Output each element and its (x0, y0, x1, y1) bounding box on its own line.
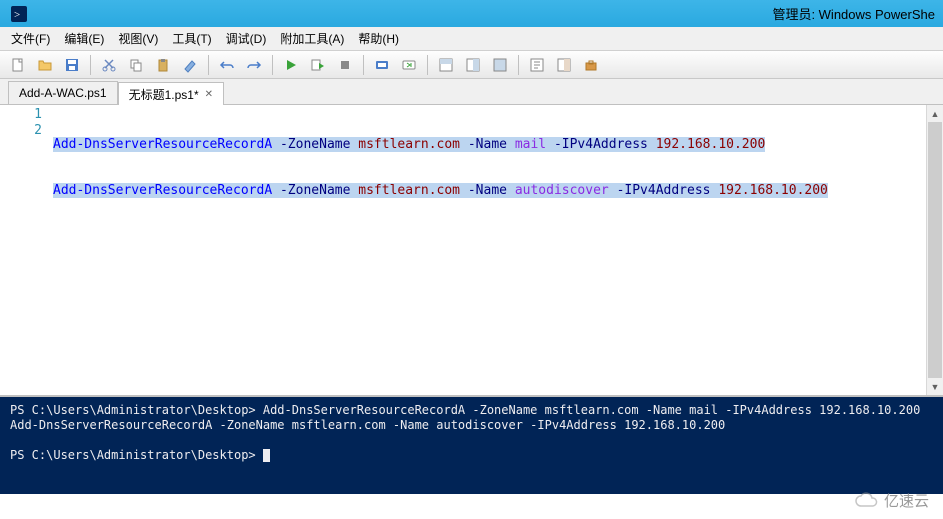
remote-open-icon[interactable] (397, 54, 421, 76)
menu-debug[interactable]: 调试(D) (219, 27, 274, 50)
title-text: 管理员: Windows PowerShe (772, 4, 935, 23)
tab-untitled[interactable]: 无标题1.ps1* ✕ (118, 82, 224, 105)
show-command-icon[interactable] (525, 54, 549, 76)
open-folder-icon[interactable] (33, 54, 57, 76)
layout-full-icon[interactable] (488, 54, 512, 76)
remote-icon[interactable] (370, 54, 394, 76)
separator (90, 55, 91, 75)
cut-icon[interactable] (97, 54, 121, 76)
scroll-up-icon[interactable]: ▲ (927, 105, 943, 122)
tab-label: Add-A-WAC.ps1 (19, 86, 107, 100)
undo-icon[interactable] (215, 54, 239, 76)
layout-side-icon[interactable] (461, 54, 485, 76)
tabbar: Add-A-WAC.ps1 无标题1.ps1* ✕ (0, 79, 943, 105)
toolbox-icon[interactable] (579, 54, 603, 76)
menu-help[interactable]: 帮助(H) (351, 27, 406, 50)
menu-file[interactable]: 文件(F) (4, 27, 57, 50)
scroll-thumb[interactable] (928, 122, 942, 378)
line-gutter: 1 2 (0, 105, 50, 395)
vertical-scrollbar[interactable]: ▲ ▼ (926, 105, 943, 395)
run-selection-icon[interactable] (306, 54, 330, 76)
code-line: Add-DnsServerResourceRecordA -ZoneName m… (53, 137, 943, 153)
titlebar: > 管理员: Windows PowerShe (0, 0, 943, 27)
stop-icon[interactable] (333, 54, 357, 76)
menu-edit[interactable]: 编辑(E) (57, 27, 111, 50)
console-pane[interactable]: PS C:\Users\Administrator\Desktop> Add-D… (0, 395, 943, 494)
separator (518, 55, 519, 75)
clear-icon[interactable] (178, 54, 202, 76)
line-number: 1 (0, 107, 42, 123)
save-icon[interactable] (60, 54, 84, 76)
show-addon-icon[interactable] (552, 54, 576, 76)
watermark: 亿速云 (854, 490, 929, 511)
toolbar (0, 51, 943, 79)
run-script-icon[interactable] (279, 54, 303, 76)
separator (208, 55, 209, 75)
code-line: Add-DnsServerResourceRecordA -ZoneName m… (53, 183, 943, 199)
menubar: 文件(F) 编辑(E) 视图(V) 工具(T) 调试(D) 附加工具(A) 帮助… (0, 27, 943, 51)
close-icon[interactable]: ✕ (205, 89, 213, 100)
cursor (263, 449, 270, 462)
line-number: 2 (0, 123, 42, 139)
separator (363, 55, 364, 75)
tab-label: 无标题1.ps1* (129, 86, 199, 103)
redo-icon[interactable] (242, 54, 266, 76)
script-editor[interactable]: 1 2 Add-DnsServerResourceRecordA -ZoneNa… (0, 105, 943, 395)
watermark-text: 亿速云 (884, 490, 929, 511)
menu-addons[interactable]: 附加工具(A) (273, 27, 351, 50)
console-line: PS C:\Users\Administrator\Desktop> Add-D… (10, 403, 920, 417)
powershell-icon: > (11, 6, 27, 22)
new-file-icon[interactable] (6, 54, 30, 76)
separator (272, 55, 273, 75)
paste-icon[interactable] (151, 54, 175, 76)
tab-add-a-wac[interactable]: Add-A-WAC.ps1 (8, 81, 118, 104)
svg-text:>: > (14, 9, 20, 21)
menu-view[interactable]: 视图(V) (111, 27, 165, 50)
menu-tools[interactable]: 工具(T) (165, 27, 218, 50)
console-prompt: PS C:\Users\Administrator\Desktop> (10, 448, 256, 462)
code-area[interactable]: Add-DnsServerResourceRecordA -ZoneName m… (50, 105, 943, 395)
console-line: Add-DnsServerResourceRecordA -ZoneName m… (10, 418, 725, 432)
layout-top-icon[interactable] (434, 54, 458, 76)
copy-icon[interactable] (124, 54, 148, 76)
scroll-down-icon[interactable]: ▼ (927, 378, 943, 395)
separator (427, 55, 428, 75)
